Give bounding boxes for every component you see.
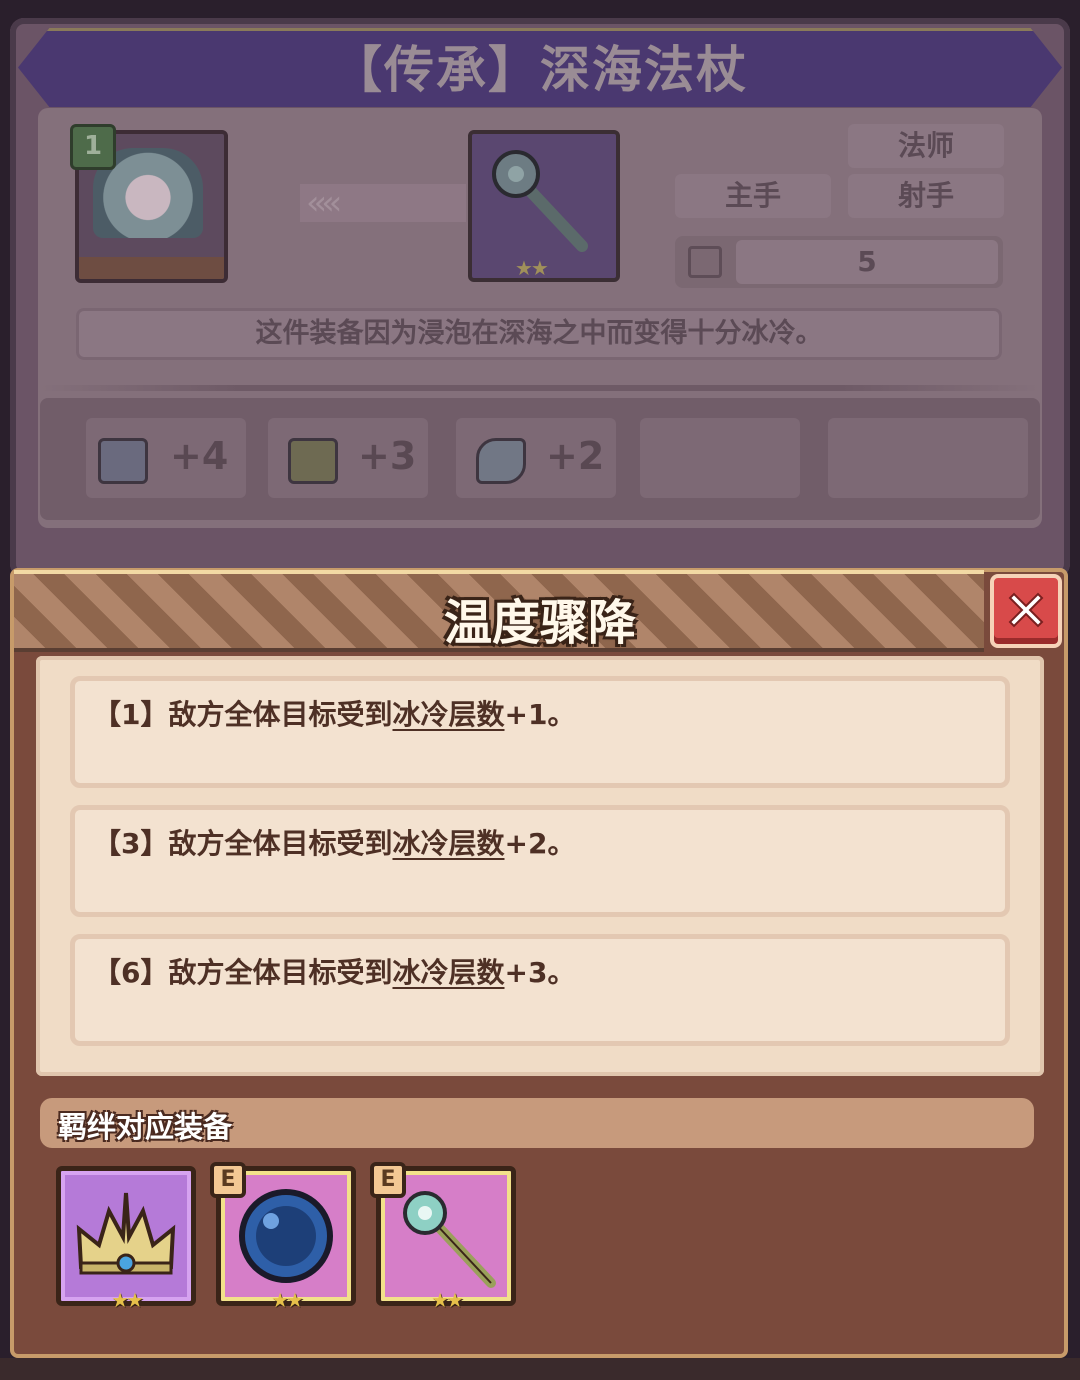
stat-slot-empty (640, 418, 800, 498)
staff-icon (492, 150, 588, 252)
keyword-link[interactable]: 冰冷层数 (392, 956, 504, 989)
e-badge: E (370, 1162, 406, 1198)
crystal-icon (476, 438, 526, 484)
bottom-strip (0, 1358, 1080, 1380)
effect-card-3: 【3】敌方全体目标受到冰冷层数+2。 (70, 805, 1010, 917)
item-stars: ★★ (431, 1288, 464, 1312)
bond-label: 羁绊对应装备 (58, 1110, 233, 1144)
book-icon (98, 438, 148, 484)
effect-text: 【3】敌方全体目标受到冰冷层数+2。 (93, 827, 576, 860)
item-stars: ★★ (271, 1288, 304, 1312)
class-tag-2: 射手 (848, 174, 1004, 218)
bond-item-crown[interactable] (56, 1166, 196, 1306)
effect-card-1: 【1】敌方全体目标受到冰冷层数+1。 (70, 676, 1010, 788)
close-button[interactable] (990, 574, 1062, 648)
stat-value: +2 (546, 434, 605, 478)
close-icon (1008, 592, 1044, 628)
divider (40, 385, 1040, 391)
stat-slot-empty (828, 418, 1028, 498)
set-icon (688, 246, 722, 278)
effect-text: 【1】敌方全体目标受到冰冷层数+1。 (93, 698, 576, 731)
equipment-description: 这件装备因为浸泡在深海之中而变得十分冰冷。 (76, 308, 1002, 360)
chevron-left-icon: ‹‹‹‹ (300, 184, 466, 222)
scroll-icon (288, 438, 338, 484)
hero-level-badge: 1 (70, 124, 116, 170)
keyword-link[interactable]: 冰冷层数 (392, 827, 504, 860)
class-tag: 法师 (848, 124, 1004, 168)
set-count: 5 (736, 240, 998, 284)
stat-value: +4 (170, 434, 229, 478)
effect-card-6: 【6】敌方全体目标受到冰冷层数+3。 (70, 934, 1010, 1046)
crown-icon (76, 1192, 176, 1275)
equipment-stars: ★★ (515, 256, 549, 280)
equipment-title: 【传承】深海法杖 (332, 41, 748, 99)
keyword-link[interactable]: 冰冷层数 (392, 698, 504, 731)
effect-text: 【6】敌方全体目标受到冰冷层数+3。 (93, 956, 576, 989)
item-stars: ★★ (111, 1288, 144, 1312)
stat-value: +3 (358, 434, 417, 478)
slot-tag: 主手 (675, 174, 831, 218)
popup-title: 温度骤降 (443, 595, 636, 651)
e-badge: E (210, 1162, 246, 1198)
